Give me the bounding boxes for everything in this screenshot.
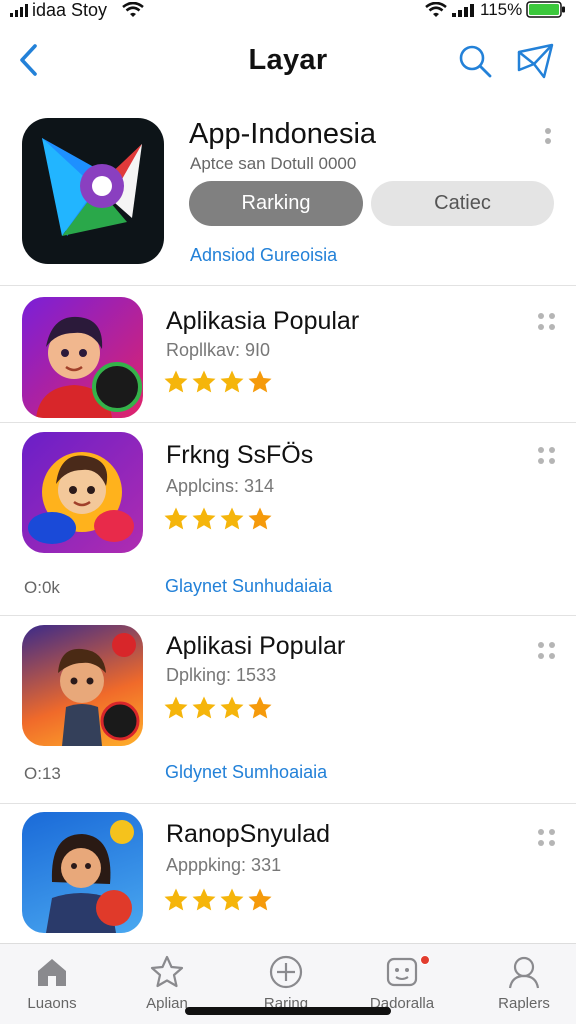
search-icon[interactable] <box>456 42 494 80</box>
tab-label: Luaons <box>27 995 77 1012</box>
app-title[interactable]: Aplikasia Popular <box>166 306 359 336</box>
star-icon <box>150 955 184 988</box>
rating-stars <box>163 369 273 395</box>
star-icon <box>164 370 188 393</box>
more-options-icon[interactable] <box>538 829 556 847</box>
wifi-icon <box>425 2 447 17</box>
compass-icon <box>269 955 303 989</box>
star-icon <box>192 507 216 530</box>
cancel-button[interactable]: Catiec <box>371 181 554 226</box>
divider <box>0 285 576 286</box>
cellular-signal-icon <box>452 4 474 17</box>
star-icon <box>248 888 272 911</box>
more-options-icon[interactable] <box>538 313 556 331</box>
featured-app-subtitle: Aptce san Dotull 0000 <box>190 154 357 173</box>
wifi-icon <box>122 2 144 17</box>
more-options-icon[interactable] <box>544 126 552 150</box>
app-links[interactable]: Gldynet Sumhoaiaia <box>165 762 327 783</box>
star-icon <box>220 507 244 530</box>
navigation-header: Layar <box>0 30 576 94</box>
app-icon[interactable] <box>22 432 143 553</box>
star-icon <box>248 507 272 530</box>
rating-stars <box>163 695 273 721</box>
app-subtitle: Apppking: 331 <box>166 855 282 875</box>
divider <box>0 803 576 804</box>
carrier-name: idaa Stoy <box>32 0 108 20</box>
share-send-icon[interactable] <box>514 40 556 80</box>
profile-icon <box>508 956 540 989</box>
app-icon[interactable] <box>22 812 143 933</box>
app-title[interactable]: RanopSnyulad <box>166 819 330 849</box>
featured-links[interactable]: Adnsiod Gureoisia <box>190 245 337 266</box>
more-options-icon[interactable] <box>538 447 556 465</box>
notification-badge <box>420 955 430 965</box>
app-subtitle: Applcins: 314 <box>166 476 275 496</box>
star-icon <box>192 696 216 719</box>
cellular-signal-icon <box>10 4 28 17</box>
tab-profile[interactable]: Raplers <box>474 944 574 1024</box>
tab-label: Raplers <box>498 995 550 1012</box>
home-icon <box>38 959 66 986</box>
app-meta: O:0k <box>24 578 60 597</box>
star-icon <box>192 888 216 911</box>
app-meta: O:13 <box>24 764 61 783</box>
more-options-icon[interactable] <box>538 642 556 660</box>
app-icon[interactable] <box>22 297 143 418</box>
rating-stars <box>163 506 273 532</box>
app-title[interactable]: Aplikasi Popular <box>166 631 345 661</box>
app-icon[interactable] <box>22 625 143 746</box>
app-subtitle: Dplking: 1533 <box>166 665 277 685</box>
app-subtitle: Ropllkav: 9I0 <box>166 340 271 360</box>
app-title[interactable]: Frkng SsFÖs <box>166 440 313 470</box>
star-icon <box>164 888 188 911</box>
divider <box>0 615 576 616</box>
status-bar: idaa Stoy 115% <box>0 0 576 22</box>
star-icon <box>248 370 272 393</box>
tab-home[interactable]: Luaons <box>2 944 102 1024</box>
star-icon <box>192 370 216 393</box>
star-icon <box>220 696 244 719</box>
star-icon <box>164 696 188 719</box>
featured-app-title[interactable]: App-Indonesia <box>189 116 376 152</box>
ranking-button[interactable]: Rarking <box>189 181 363 226</box>
star-icon <box>164 507 188 530</box>
star-icon <box>220 888 244 911</box>
divider <box>0 422 576 423</box>
battery-percentage: 115% <box>480 0 523 19</box>
star-icon <box>220 370 244 393</box>
rating-stars <box>163 887 273 913</box>
face-icon <box>386 957 418 987</box>
featured-app-icon[interactable] <box>22 118 164 264</box>
app-links[interactable]: Glaynet Sunhudaiaia <box>165 576 332 597</box>
home-indicator[interactable] <box>185 1007 391 1015</box>
battery-icon <box>526 1 565 18</box>
star-icon <box>248 696 272 719</box>
